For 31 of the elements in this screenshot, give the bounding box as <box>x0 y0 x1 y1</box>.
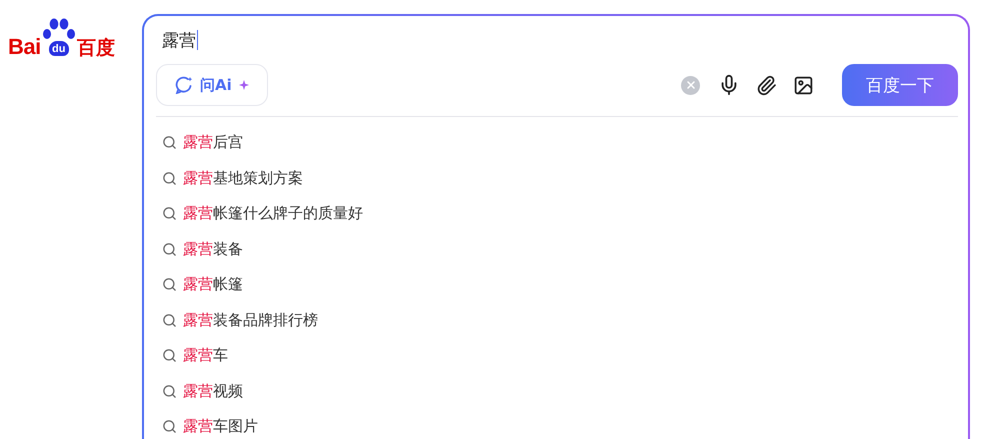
suggestion-item[interactable]: 露营车图片 <box>183 417 258 436</box>
search-box[interactable]: 露营 问Ai 百度一下 露营后宫 露营基地策划方案 露营帐篷什么牌子的质量好 露营装备 露营帐篷 露营装备品牌排行榜 露营车 露营视频 露营车图片 <box>142 14 970 439</box>
suggestion-item[interactable]: 露营后宫 <box>183 133 243 152</box>
search-icon <box>162 170 177 186</box>
chat-bubble-icon <box>175 76 193 94</box>
search-icon <box>162 419 177 434</box>
search-icon <box>162 135 177 150</box>
suggestion-item[interactable]: 露营装备 <box>183 240 243 259</box>
logo-text: 百度 <box>76 39 115 58</box>
suggestion-item[interactable]: 露营装备品牌排行榜 <box>183 310 318 330</box>
search-icon <box>162 242 177 257</box>
sparkle-icon <box>238 80 249 90</box>
search-button[interactable]: 百度一下 <box>842 64 958 106</box>
suggestion-item[interactable]: 露营视频 <box>183 382 243 401</box>
search-icon <box>162 277 177 292</box>
logo-text: Bai <box>8 36 41 58</box>
suggestion-item[interactable]: 露营车 <box>183 346 228 366</box>
search-icon <box>162 384 177 399</box>
logo-text: du <box>48 41 69 56</box>
ask-ai-button[interactable]: 问Ai <box>156 64 268 106</box>
suggestion-item[interactable]: 露营帐篷 <box>183 275 243 294</box>
search-icon <box>162 348 177 364</box>
suggestion-item[interactable]: 露营基地策划方案 <box>183 168 303 188</box>
search-icon <box>162 312 177 328</box>
paperclip-icon[interactable] <box>756 74 777 96</box>
search-query[interactable]: 露营 <box>162 28 196 52</box>
suggestion-item[interactable]: 露营帐篷什么牌子的质量好 <box>183 204 363 224</box>
search-icon <box>162 206 177 222</box>
close-icon <box>684 79 696 91</box>
image-icon[interactable] <box>793 74 814 96</box>
text-caret <box>197 30 198 50</box>
